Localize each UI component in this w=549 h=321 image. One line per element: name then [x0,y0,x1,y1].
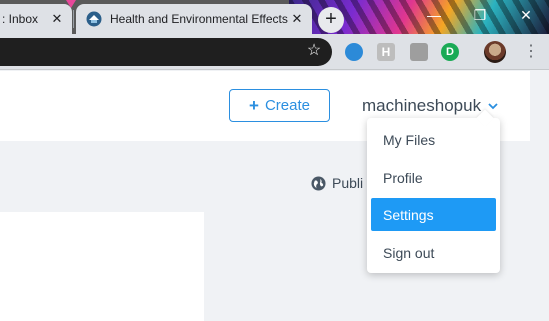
globe-icon [311,175,326,191]
menu-item-profile[interactable]: Profile [371,161,496,194]
menu-item-settings[interactable]: Settings [371,198,496,231]
menu-item-my-files[interactable]: My Files [371,123,496,156]
user-dropdown-menu: My Files Profile Settings Sign out [367,109,500,273]
new-tab-button[interactable]: + [318,7,344,33]
layers-extension-icon[interactable] [410,43,428,61]
minimize-icon[interactable]: — [420,4,448,28]
tab-health[interactable]: Health and Environmental Effects ✕ [76,4,312,34]
public-label: Publi [332,175,364,191]
green-extension-icon[interactable]: D [441,43,459,61]
h-extension-icon[interactable]: H [377,43,395,61]
tab-strip: : Inbox ✕ Health and Environmental Effec… [0,0,549,34]
window-close-icon[interactable]: ✕ [512,4,540,28]
page-gutter [530,71,549,321]
restore-icon[interactable]: ❐ [466,4,494,28]
close-icon[interactable]: ✕ [288,11,306,27]
cloud-extension-icon[interactable] [345,43,363,61]
bookmark-star-icon[interactable]: ☆ [305,42,323,60]
plus-icon: + [249,95,259,115]
tab-inbox-title: : Inbox [2,12,39,26]
address-bar[interactable] [0,38,332,66]
browser-toolbar: ☆ H D ⋮ [0,34,549,70]
create-button-label: Create [264,97,310,114]
content-panel [0,212,204,321]
tab-separator [73,10,74,28]
tab-inbox[interactable]: : Inbox ✕ [0,4,72,34]
public-link[interactable]: Publi [311,175,363,191]
epa-logo-icon [86,11,102,27]
chevron-down-icon [488,103,498,110]
create-button[interactable]: + Create [229,89,330,122]
username-label: machineshopuk [362,96,482,115]
close-icon[interactable]: ✕ [48,11,66,27]
profile-avatar[interactable] [484,41,506,63]
tab-health-title: Health and Environmental Effects [110,12,288,26]
menu-item-sign-out[interactable]: Sign out [371,236,496,269]
browser-menu-icon[interactable]: ⋮ [523,42,539,62]
